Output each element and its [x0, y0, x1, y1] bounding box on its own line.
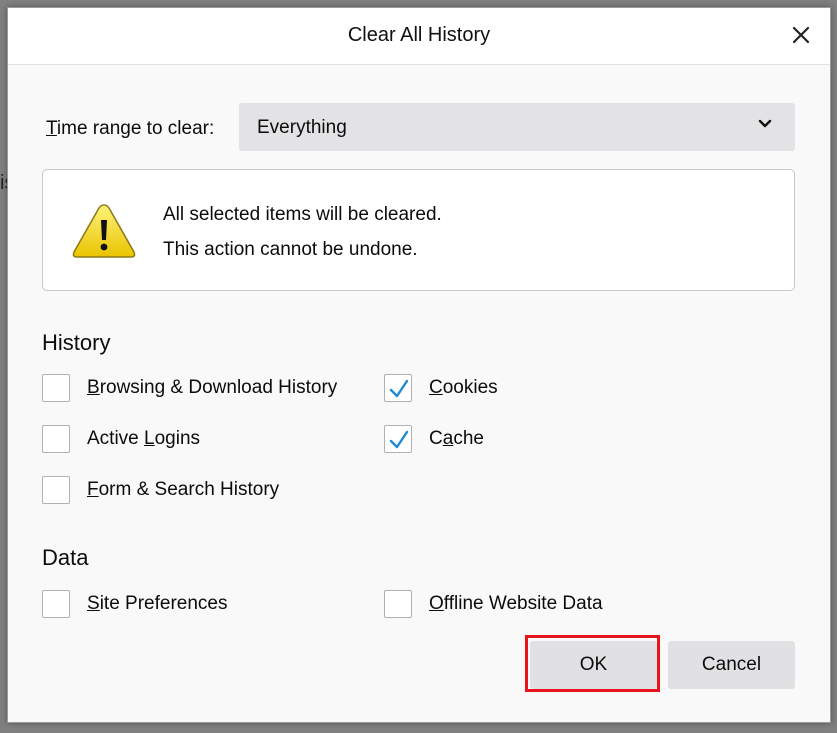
close-icon	[792, 26, 810, 44]
checkbox-label: Form & Search History	[87, 479, 280, 500]
warning-text-line2: This action cannot be undone.	[163, 239, 418, 260]
checkbox-label: Browsing & Download History	[87, 377, 338, 398]
checkbox-box[interactable]	[42, 476, 70, 504]
warning-box: All selected items will be cleared. This…	[42, 169, 795, 291]
checkbox-box[interactable]	[384, 590, 412, 618]
checkbox-box[interactable]	[42, 425, 70, 453]
checkbox-box[interactable]	[42, 374, 70, 402]
data-heading: Data	[42, 545, 89, 570]
warning-icon	[72, 204, 136, 258]
warning-text-line1: All selected items will be cleared.	[163, 204, 442, 225]
close-button[interactable]	[786, 20, 816, 50]
time-range-label: Time range to clear:	[46, 118, 215, 139]
checkmark-icon	[389, 379, 409, 398]
checkbox-label: Cache	[429, 428, 484, 449]
cancel-button[interactable]: Cancel	[668, 641, 795, 689]
checkbox-label: Site Preferences	[87, 593, 228, 614]
history-heading: History	[42, 330, 111, 355]
checkbox-box[interactable]	[384, 374, 412, 402]
checkbox-box[interactable]	[384, 425, 412, 453]
time-range-dropdown[interactable]: Everything	[239, 103, 795, 151]
checkmark-icon	[389, 430, 409, 449]
dialog-titlebar: Clear All History	[8, 8, 830, 65]
time-range-selected-value: Everything	[257, 117, 347, 138]
clear-history-dialog: Clear All History Time range to clear: E…	[7, 7, 831, 723]
checkbox-label: Cookies	[429, 377, 498, 398]
checkbox-label: Active Logins	[87, 428, 201, 449]
chevron-down-icon	[758, 119, 772, 128]
ok-button[interactable]: OK	[530, 641, 657, 689]
checkbox-box[interactable]	[42, 590, 70, 618]
dialog-title: Clear All History	[347, 24, 491, 46]
checkbox-label: Offline Website Data	[429, 593, 603, 614]
